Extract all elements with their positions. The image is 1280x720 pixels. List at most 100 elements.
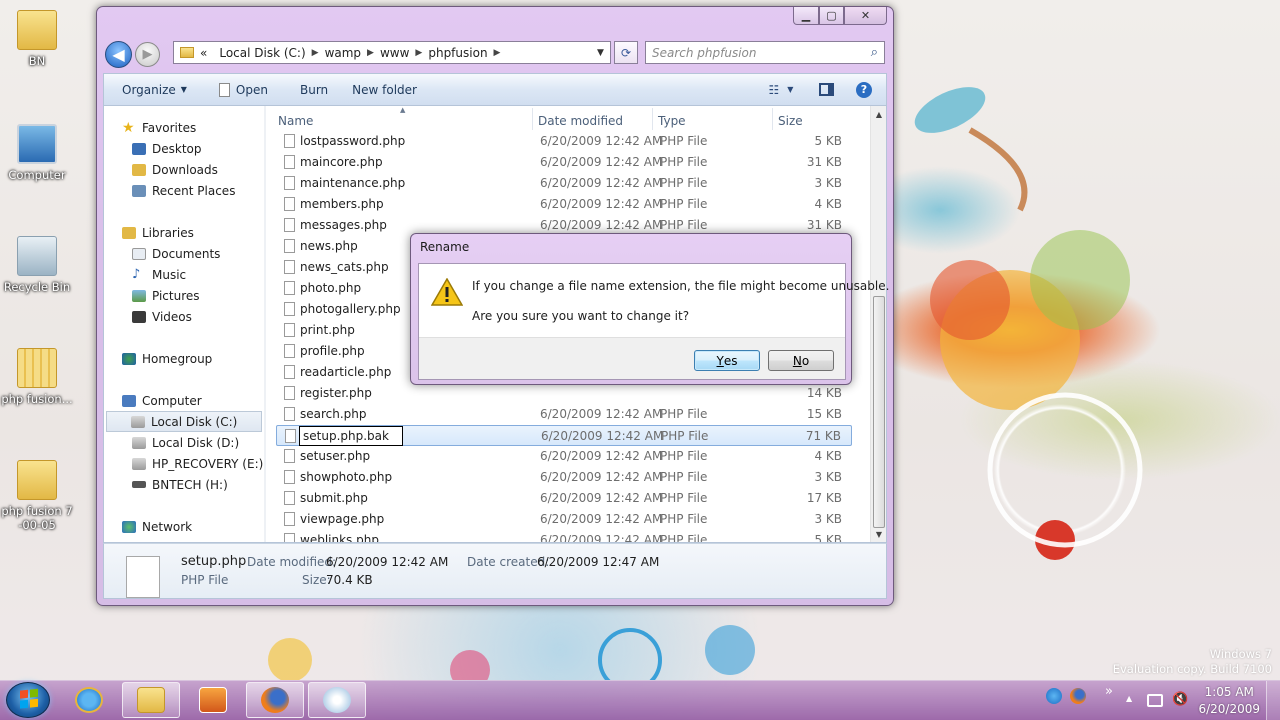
file-row[interactable]: weblinks.php 6/20/2009 12:42 AM PHP File 5 … <box>276 530 852 542</box>
forward-button[interactable]: ▶ <box>135 42 160 67</box>
nav-favorites[interactable]: ★ Favorites <box>122 117 264 138</box>
scroll-up-arrow-icon[interactable]: ▲ <box>871 106 887 122</box>
php-file-icon <box>284 218 295 232</box>
column-header-size[interactable]: Size <box>778 110 803 132</box>
file-row[interactable]: register.php 14 KB <box>276 383 852 404</box>
nav-recent-places[interactable]: Recent Places <box>132 180 264 201</box>
yes-button[interactable]: Yes <box>694 350 760 371</box>
file-row[interactable]: setuser.php 6/20/2009 12:42 AM PHP File 4 K… <box>276 446 852 467</box>
breadcrumb-separator-icon[interactable]: ▶ <box>415 48 422 58</box>
file-row-renaming[interactable]: setup.php.bak 6/20/2009 12:42 AM PHP File 7… <box>276 425 852 446</box>
minimize-button[interactable]: ▁ <box>793 7 819 25</box>
column-header-type[interactable]: Type <box>658 110 686 132</box>
volume-muted-icon[interactable]: 🔇 <box>1172 692 1188 707</box>
vertical-scrollbar[interactable]: ▲ ▼ <box>870 106 886 542</box>
nav-music[interactable]: ♪ Music <box>132 264 264 285</box>
nav-hp-recovery-e[interactable]: HP_RECOVERY (E:) <box>132 453 264 474</box>
nav-documents[interactable]: Documents <box>132 243 264 264</box>
file-row[interactable]: search.php 6/20/2009 12:42 AM PHP File 15 K… <box>276 404 852 425</box>
column-divider[interactable] <box>652 108 653 130</box>
desktop-icon-label: php fusion... <box>1 392 73 406</box>
file-row[interactable]: lostpassword.php 6/20/2009 12:42 AM PHP Fi… <box>276 131 852 152</box>
column-divider[interactable] <box>532 108 533 130</box>
burn-button[interactable]: Burn <box>290 74 338 105</box>
breadcrumb-local-disk[interactable]: Local Disk (C:) <box>213 46 311 60</box>
tray-ie-icon[interactable] <box>1046 688 1062 704</box>
drive-icon <box>132 457 146 470</box>
column-divider[interactable] <box>772 108 773 130</box>
back-button[interactable]: ◀ <box>105 41 132 68</box>
nav-libraries[interactable]: Libraries <box>122 222 264 243</box>
desktop-icon-computer[interactable]: Computer <box>0 124 77 182</box>
open-button[interactable]: Open <box>209 74 278 105</box>
nav-local-disk-c[interactable]: Local Disk (C:) <box>106 411 262 432</box>
nav-bntech-h[interactable]: BNTECH (H:) <box>132 474 264 495</box>
file-row[interactable]: submit.php 6/20/2009 12:42 AM PHP File 17 K… <box>276 488 852 509</box>
column-header-name[interactable]: Name <box>278 110 313 132</box>
breadcrumb-separator-icon[interactable]: ▶ <box>312 48 319 58</box>
nav-downloads[interactable]: Downloads <box>132 159 264 180</box>
start-button[interactable] <box>6 682 50 718</box>
desktop-icon-label: php fusion 7 <box>1 504 73 518</box>
show-hidden-icons-icon[interactable]: ▲ <box>1126 694 1132 703</box>
nav-label: Libraries <box>142 225 194 240</box>
file-type: PHP File <box>660 470 708 484</box>
desktop-icon-label-line2: -00-05 <box>18 518 56 532</box>
column-header-date[interactable]: Date modified <box>538 110 623 132</box>
breadcrumb-separator-icon[interactable]: ▶ <box>367 48 374 58</box>
address-bar[interactable]: « Local Disk (C:) ▶ wamp ▶ www ▶ phpfusi… <box>173 41 611 64</box>
new-folder-button[interactable]: New folder <box>342 74 427 105</box>
search-icon[interactable]: ⌕ <box>871 45 878 60</box>
desktop-icon-php-fusion-folder[interactable]: php fusion 7 -00-05 <box>0 460 77 532</box>
file-name: news.php <box>300 239 358 253</box>
nav-computer[interactable]: Computer <box>122 390 264 411</box>
desktop-icon-php-fusion-zip[interactable]: php fusion... <box>0 348 77 406</box>
nav-label: Network <box>142 519 193 534</box>
search-box[interactable]: Search phpfusion ⌕ <box>645 41 885 64</box>
taskbar-firefox[interactable] <box>246 682 304 718</box>
file-row[interactable]: members.php 6/20/2009 12:42 AM PHP File 4 K… <box>276 194 852 215</box>
close-button[interactable]: ✕ <box>844 7 887 25</box>
scroll-down-arrow-icon[interactable]: ▼ <box>871 526 887 542</box>
file-type: PHP File <box>660 512 708 526</box>
file-row[interactable]: showphoto.php 6/20/2009 12:42 AM PHP File 3… <box>276 467 852 488</box>
tray-more-button[interactable]: » <box>1105 684 1113 699</box>
nav-network[interactable]: Network <box>122 516 264 537</box>
no-button[interactable]: No <box>768 350 834 371</box>
breadcrumb-wamp[interactable]: wamp <box>319 46 367 60</box>
taskbar-media-player[interactable] <box>184 682 242 718</box>
maximize-button[interactable]: ▢ <box>819 7 844 25</box>
breadcrumb-separator-icon[interactable]: ▶ <box>494 48 501 58</box>
nav-desktop[interactable]: Desktop <box>132 138 264 159</box>
file-row[interactable]: viewpage.php 6/20/2009 12:42 AM PHP File 3 … <box>276 509 852 530</box>
show-desktop-button[interactable] <box>1266 681 1280 720</box>
refresh-button[interactable]: ⟳ <box>614 41 638 64</box>
desktop-icon-bn[interactable]: BN <box>0 10 77 68</box>
search-input[interactable]: Search phpfusion <box>652 46 757 60</box>
desktop-icon-recycle-bin[interactable]: Recycle Bin <box>0 236 77 294</box>
views-button[interactable]: ☷ ▼ <box>760 74 802 105</box>
action-center-icon[interactable] <box>1147 694 1163 707</box>
taskbar-windows-explorer[interactable] <box>122 682 180 718</box>
tray-firefox-icon[interactable] <box>1070 688 1086 704</box>
scroll-thumb[interactable] <box>873 296 885 528</box>
nav-videos[interactable]: Videos <box>132 306 264 327</box>
nav-local-disk-d[interactable]: Local Disk (D:) <box>132 432 264 453</box>
breadcrumb-chevron[interactable]: « <box>194 46 213 60</box>
nav-homegroup[interactable]: Homegroup <box>122 348 264 369</box>
help-button[interactable]: ? <box>850 74 878 105</box>
taskbar-clock[interactable]: 1:05 AM 6/20/2009 <box>1198 684 1260 718</box>
taskbar-internet-explorer[interactable] <box>60 682 118 718</box>
nav-pictures[interactable]: Pictures <box>132 285 264 306</box>
desktop-icon <box>132 142 146 155</box>
breadcrumb-phpfusion[interactable]: phpfusion <box>422 46 493 60</box>
preview-pane-button[interactable] <box>812 74 840 105</box>
rename-input[interactable]: setup.php.bak <box>299 426 403 446</box>
address-dropdown-button[interactable]: ▼ <box>591 41 611 64</box>
file-row[interactable]: maintenance.php 6/20/2009 12:42 AM PHP Fil… <box>276 173 852 194</box>
watermark-line1: Windows 7 <box>1209 647 1272 661</box>
breadcrumb-www[interactable]: www <box>374 46 415 60</box>
file-row[interactable]: maincore.php 6/20/2009 12:42 AM PHP File 31… <box>276 152 852 173</box>
organize-button[interactable]: Organize ▼ <box>104 74 197 105</box>
taskbar-paint[interactable] <box>308 682 366 718</box>
